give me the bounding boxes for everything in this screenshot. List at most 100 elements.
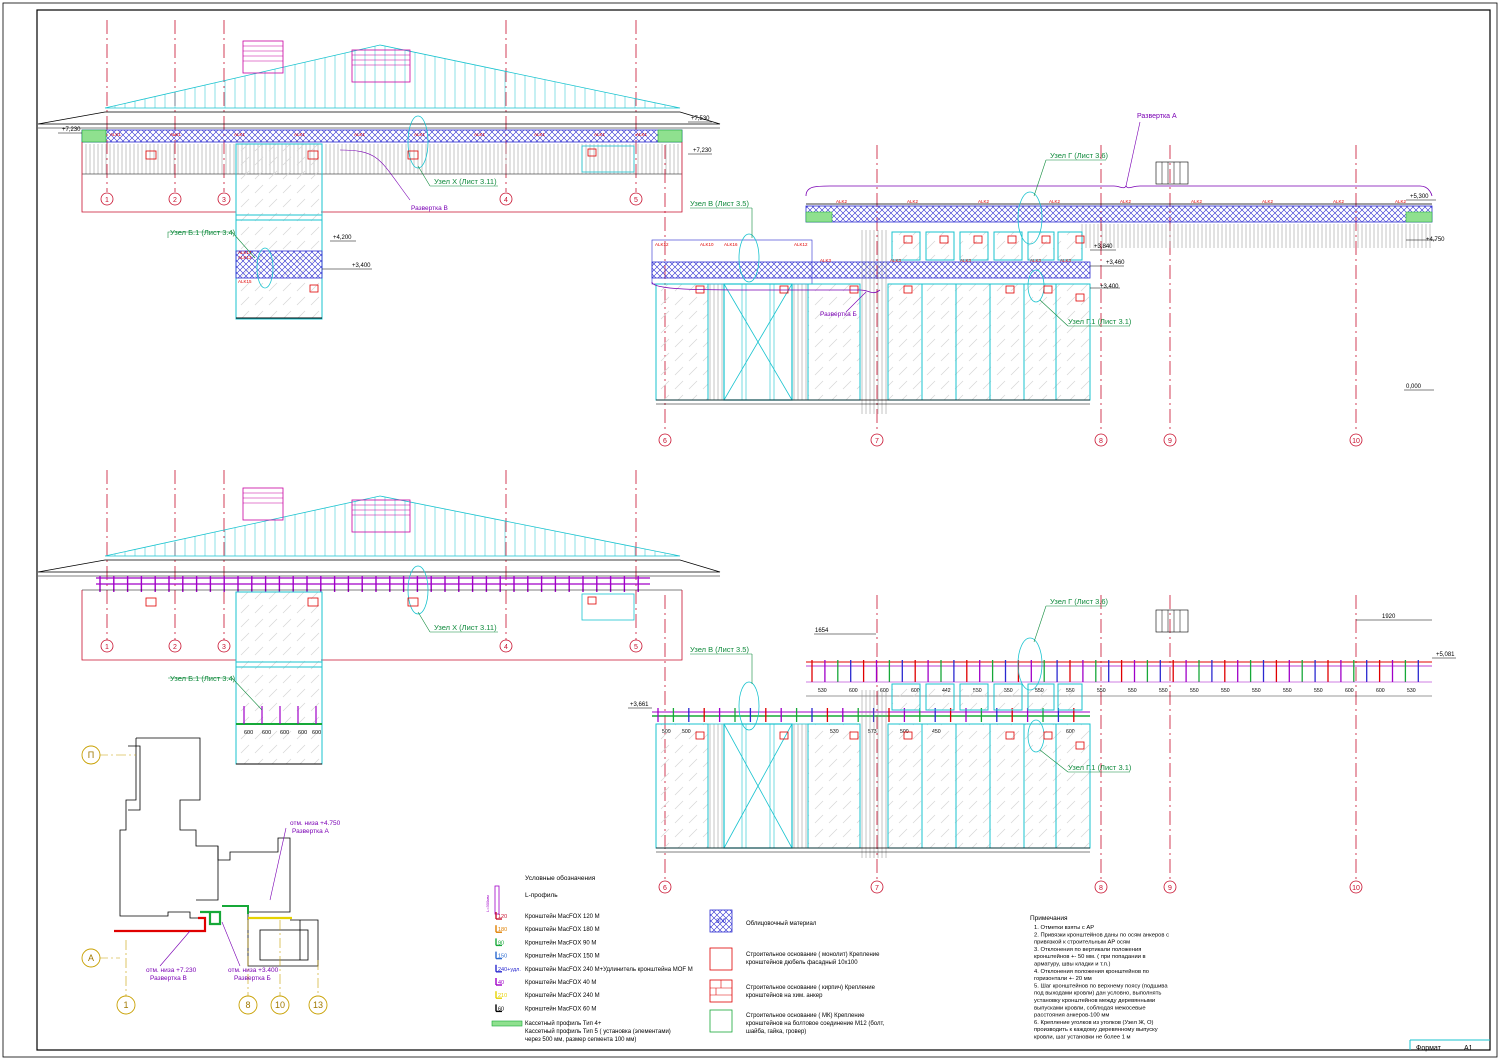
elevation-lower-left (37, 470, 721, 765)
legend-mark: L=300мм (485, 895, 490, 912)
level-mark: +7,230 (693, 148, 712, 154)
axis-label: 6 (663, 438, 667, 445)
axis-label: 8 (1099, 885, 1103, 892)
panel-tag: ALK12 (794, 242, 808, 247)
panel-tag: ALK1 (170, 132, 182, 137)
dimension: 550 (1097, 688, 1106, 694)
axis-label: 4 (504, 644, 508, 651)
dimension: 600 (262, 730, 271, 736)
keyplan-note: Развертка Б (234, 975, 271, 982)
level-mark: +3,400 (1100, 284, 1119, 290)
panel-tag: ALK1 (594, 132, 606, 137)
axis-label: 10 (275, 1000, 285, 1010)
panel-tag: ALK2 (1333, 199, 1345, 204)
axis-label: П (88, 750, 94, 760)
legend-text: Кронштейн MacFOX 40 М (525, 979, 596, 986)
panel-tag: ALK3 (820, 258, 832, 263)
legend-mark: 90 (498, 940, 504, 946)
panel-tag: ALK1 (234, 132, 246, 137)
axis-label: 8 (245, 1000, 250, 1010)
panel-tag: ALK2 (1191, 199, 1203, 204)
node-callout-b1: Узел Б.1 (Лист 3.4) (170, 228, 236, 237)
panel-tag: ALK3 (1060, 258, 1072, 263)
note-line: установку кронштейнов между деревянными (1034, 997, 1155, 1004)
level-mark: +3,460 (1106, 260, 1125, 266)
panel-tag: ALK2 (907, 199, 919, 204)
level-mark: +3,840 (1094, 244, 1113, 250)
note-line: производить к каждому деревянному выпуск… (1034, 1027, 1158, 1033)
legend-mark: 60 (498, 1006, 504, 1012)
panel-tag: ALK2 (1395, 199, 1407, 204)
legend-mark: 150 (498, 954, 507, 960)
node-callout-b1: Узел Б.1 (Лист 3.4) (170, 674, 236, 683)
level-mark: +7,230 (62, 127, 81, 133)
axis-label: А (88, 953, 94, 963)
note-line: под выходами кровли) дан условно, выполн… (1034, 991, 1161, 997)
legend-text: Кронштейн MacFOX 90 М (525, 939, 596, 946)
elevation-upper-right (651, 121, 1433, 432)
legend-title: Условные обозначения (525, 874, 596, 882)
axis-label: 6 (663, 885, 667, 892)
axis-label: 2 (173, 644, 177, 651)
legend-mark: 180 (498, 927, 507, 933)
panel-tag: ALK3 (890, 258, 902, 263)
note-line: кровли, шаг установки не более 1 м (1034, 1035, 1131, 1041)
legend-mark: 210 (498, 993, 507, 999)
legend-text: кронштейнов на болтовое соединение М12 (… (746, 1020, 885, 1027)
legend-item: 90 Кронштейн MacFOX 90 М (495, 938, 596, 946)
legend-mark: 240+удл. (498, 967, 521, 973)
node-callout-g1: Узел Г.1 (Лист 3.1) (1068, 317, 1132, 326)
legend-text: Кассетный профиль Тип 4+ (525, 1020, 602, 1027)
panel-tag: ALK1 (474, 132, 486, 137)
node-callout-v: Узел В (Лист 3.5) (690, 199, 749, 208)
notes-block: Примечания 1. Отметки взяты с АР2. Привя… (1030, 915, 1169, 1041)
panel-tag: ALK13 (238, 255, 252, 260)
axis-label: 10 (1352, 885, 1360, 892)
axis-label: 3 (222, 644, 226, 651)
axis-label: 1 (105, 644, 109, 651)
legend-mark: 300 (716, 919, 727, 925)
level-mark: +3,661 (630, 702, 649, 708)
razvertka-callout: Развертка Б (820, 311, 857, 318)
dimension: 550 (1314, 688, 1323, 694)
note-line: расстояния анкеров-100 мм (1034, 1013, 1109, 1019)
dimension: 600 (849, 688, 858, 694)
note-line: кронштейнов +- 50 мм. ( при попадании в (1034, 953, 1146, 960)
level-mark: +3,400 (352, 263, 371, 269)
level-mark: +4,200 (333, 235, 352, 241)
dimension: 1920 (1382, 614, 1396, 620)
axis-label: 9 (1168, 438, 1172, 445)
dimension: 530 (818, 688, 827, 694)
dimension: 600 (280, 730, 289, 736)
dimension: 600 (298, 730, 307, 736)
legend-text: Кронштейн MacFOX 120 М (525, 913, 600, 920)
glass-column (235, 143, 323, 320)
axis-label: 5 (634, 197, 638, 204)
roof-slope (104, 44, 681, 109)
dimension: 550 (1159, 688, 1168, 694)
level-mark: 0,000 (1406, 384, 1422, 390)
axis-label: 8 (1099, 438, 1103, 445)
node-callout-x: Узел Х (Лист 3.11) (434, 177, 497, 186)
legend-text: Кассетный профиль Тип 5 ( установка (эле… (525, 1028, 671, 1035)
elevation-lower-right: 5306006006004425505505505505505505505505… (652, 595, 1432, 880)
axis-label: 1 (105, 197, 109, 204)
axis-label: 7 (875, 438, 879, 445)
panel-tag: ALK15 (238, 279, 252, 284)
legend-text: шайба, гайка, гровер) (746, 1028, 806, 1035)
note-line: 3. Отклонения по вертикали положения (1034, 947, 1141, 953)
legend-text: Кронштейн MacFOX 240 М+Удлинитель кроншт… (525, 966, 693, 973)
panel-tag: ALK1 (110, 132, 122, 137)
legend-mark: 120 (498, 914, 507, 920)
panel-tag: ALK1 (294, 132, 306, 137)
panel-tag: ALK16 (724, 242, 738, 247)
level-mark: +5,081 (1436, 652, 1455, 658)
format-value: А1 (1464, 1045, 1473, 1052)
dimension: 600 (244, 730, 253, 736)
legend-item: 120 Кронштейн MacFOX 120 М (495, 912, 600, 920)
legend-text: через 500 мм, размер сегмента 100 мм) (525, 1037, 636, 1043)
dimension: 550 (1283, 688, 1292, 694)
panel-tag: ALK3 (960, 258, 972, 263)
panel-tag: ALK2 (1120, 199, 1132, 204)
legend-text: Кронштейн MacFOX 180 М (525, 926, 600, 933)
